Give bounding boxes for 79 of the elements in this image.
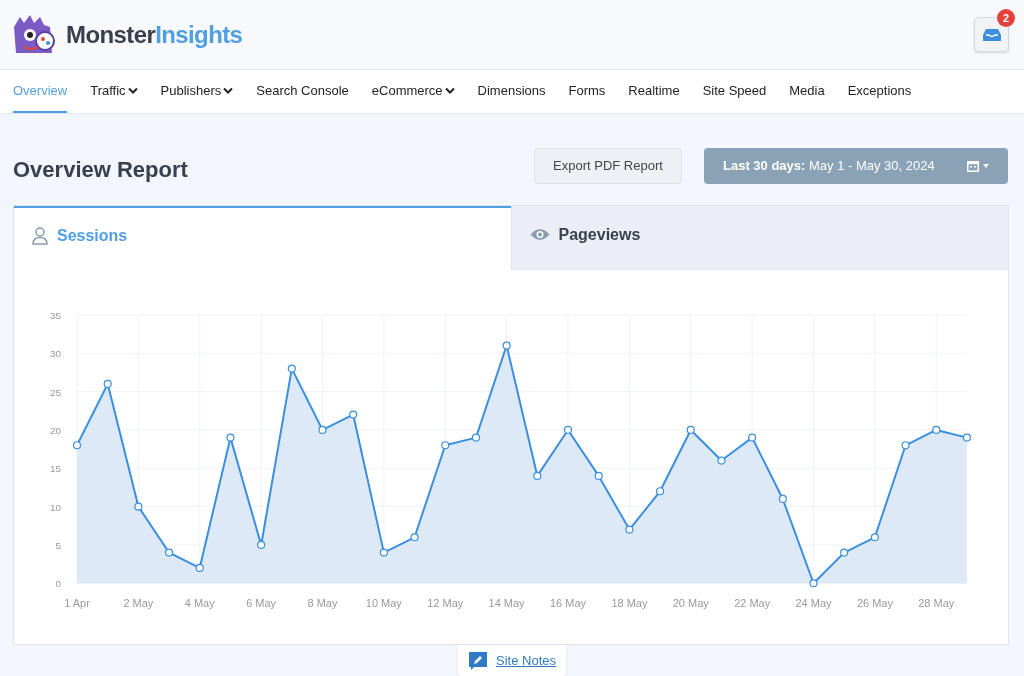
nav-tab[interactable]: Realtime bbox=[628, 70, 680, 113]
data-point bbox=[502, 341, 511, 350]
data-point bbox=[625, 525, 634, 534]
x-axis-label: 20 May bbox=[672, 597, 709, 610]
x-axis-label: 14 May bbox=[488, 597, 525, 610]
y-axis-label: 5 bbox=[55, 539, 62, 551]
nav-tab[interactable]: Media bbox=[789, 70, 825, 113]
report-tab[interactable]: Pageviews bbox=[510, 206, 1008, 270]
data-point bbox=[778, 494, 787, 503]
data-point bbox=[164, 548, 174, 557]
nav-tab[interactable]: Dimensions bbox=[477, 70, 546, 113]
y-axis-label: 30 bbox=[49, 348, 62, 360]
data-point bbox=[594, 471, 603, 480]
eye-icon bbox=[529, 228, 550, 242]
data-point bbox=[809, 579, 818, 588]
y-axis-label: 25 bbox=[49, 386, 62, 398]
note-pencil-icon bbox=[468, 650, 488, 671]
x-axis-label: 12 May bbox=[427, 597, 464, 610]
data-point bbox=[441, 441, 450, 450]
user-icon bbox=[32, 227, 48, 246]
export-pdf-button[interactable]: Export PDF Report bbox=[534, 147, 682, 184]
y-axis-label: 10 bbox=[49, 501, 62, 513]
data-point bbox=[318, 425, 327, 434]
caret-icon bbox=[223, 87, 234, 95]
x-axis-label: 6 May bbox=[246, 597, 277, 610]
nav-tab[interactable]: Forms bbox=[568, 70, 606, 113]
y-axis-label: 0 bbox=[55, 578, 62, 590]
site-notes-link[interactable]: Site Notes bbox=[458, 645, 566, 676]
logo-text: Insights bbox=[155, 19, 243, 50]
x-axis-label: 1 Apr bbox=[64, 597, 90, 610]
nav-tab[interactable]: Publishers bbox=[160, 70, 234, 113]
y-axis-label: 20 bbox=[49, 424, 62, 436]
data-point bbox=[870, 533, 879, 542]
data-point bbox=[901, 441, 910, 450]
inbox-icon bbox=[982, 27, 1001, 42]
data-point bbox=[410, 533, 419, 542]
caret-icon bbox=[983, 163, 989, 168]
caret-icon bbox=[127, 87, 138, 95]
nav-tab[interactable]: Exceptions bbox=[847, 70, 912, 113]
data-point bbox=[840, 548, 849, 557]
notification-count: 2 bbox=[997, 9, 1015, 28]
data-point bbox=[72, 441, 82, 450]
data-point bbox=[656, 487, 665, 496]
data-point bbox=[748, 433, 757, 442]
data-point bbox=[195, 563, 204, 572]
x-axis-label: 22 May bbox=[734, 597, 771, 610]
calendar-icon bbox=[967, 159, 979, 172]
nav-tab[interactable]: Site Speed bbox=[702, 70, 767, 113]
logo-text: Monster bbox=[66, 19, 156, 50]
x-axis-label: 26 May bbox=[856, 597, 893, 610]
data-point bbox=[103, 379, 112, 388]
nav-tab[interactable]: Traffic bbox=[90, 70, 138, 113]
y-axis-label: 15 bbox=[49, 463, 62, 475]
data-point bbox=[563, 425, 573, 434]
x-axis-label: 10 May bbox=[365, 597, 402, 610]
x-axis-label: 4 May bbox=[184, 597, 215, 610]
data-point bbox=[379, 548, 388, 557]
data-point bbox=[932, 425, 941, 434]
data-point bbox=[134, 502, 143, 511]
x-axis-label: 8 May bbox=[307, 597, 338, 610]
data-point bbox=[257, 540, 266, 549]
x-axis-label: 2 May bbox=[123, 597, 154, 610]
page-title: Overview Report bbox=[13, 156, 188, 184]
data-point bbox=[962, 433, 972, 442]
data-point bbox=[287, 364, 296, 373]
data-point bbox=[717, 456, 726, 465]
data-point bbox=[226, 433, 235, 442]
caret-icon bbox=[444, 87, 455, 95]
data-point bbox=[533, 471, 542, 480]
data-point bbox=[686, 425, 695, 434]
x-axis-label: 16 May bbox=[550, 597, 586, 610]
nav-tab[interactable]: eCommerce bbox=[371, 70, 455, 113]
y-axis-label: 35 bbox=[49, 309, 62, 321]
data-point bbox=[471, 433, 481, 442]
data-point bbox=[349, 410, 358, 419]
x-axis-label: 28 May bbox=[918, 597, 955, 610]
x-axis-label: 24 May bbox=[795, 597, 832, 610]
nav-tab[interactable]: Search Console bbox=[256, 70, 349, 113]
x-axis-label: 18 May bbox=[611, 597, 648, 610]
